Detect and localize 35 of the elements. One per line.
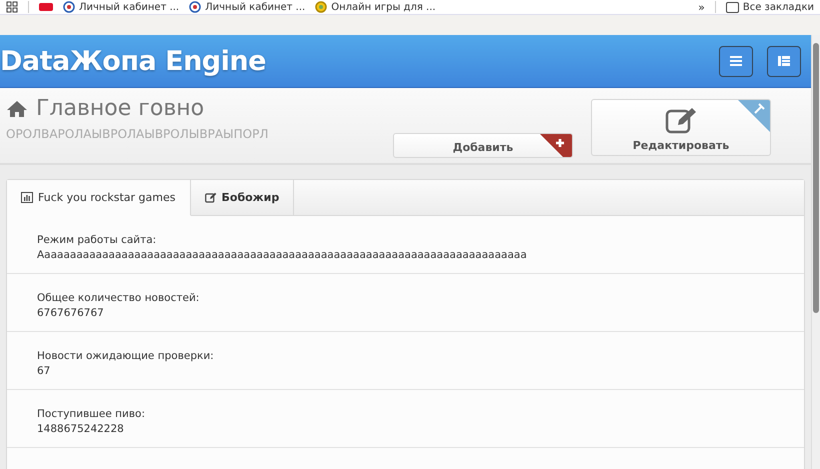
stat-value: 1488675242228 [37, 423, 125, 435]
bookmark-link[interactable]: Онлайн игры для ... [315, 1, 436, 13]
stat-label: Режим работы сайта: [37, 234, 158, 246]
bookmark-icon[interactable] [39, 3, 53, 11]
edit-icon [204, 192, 216, 203]
folder-icon [726, 2, 739, 12]
menu-icon [730, 56, 742, 66]
all-bookmarks-link[interactable]: Все закладки [726, 2, 814, 12]
stat-value: 67 [37, 365, 52, 377]
pencil-square-icon [664, 106, 698, 134]
bookmark-link[interactable]: Личный кабинет ... [63, 1, 180, 13]
site-title: DataЖопа Engine [0, 46, 266, 76]
add-button[interactable]: Добавить [393, 133, 573, 158]
page-title: Главное говно [36, 96, 204, 121]
page-subtitle: ОРОЛВАРОЛАЫВРОЛАЫВРОЛЫВРАЫПОРЛ [6, 127, 268, 141]
home-icon [6, 100, 28, 118]
tab[interactable]: Fuck you rockstar games [7, 180, 190, 216]
plus-corner-icon [540, 134, 572, 157]
table-icon [778, 56, 790, 66]
grid-view-button[interactable] [767, 46, 801, 76]
stat-label: Общее количество новостей: [37, 292, 200, 304]
menu-button[interactable] [719, 46, 753, 76]
bar-chart-icon [21, 192, 33, 203]
emblem-icon [315, 1, 328, 13]
apps-grid-icon[interactable] [6, 1, 18, 13]
bookmarks-overflow[interactable]: » [698, 0, 705, 14]
stat-value: 6767676767 [37, 307, 105, 319]
stat-label: Поступившее пиво: [37, 408, 146, 420]
tab[interactable]: Бобожир [190, 180, 294, 216]
pin-corner-icon [738, 100, 770, 132]
scrollbar-thumb[interactable] [813, 43, 819, 313]
stat-label: Новости ожидающие проверки: [37, 350, 215, 362]
stat-value: Аааааааааааааааааааааааааааааааааааааааааааааааааааааааааааааааааааааааааааа [37, 249, 528, 261]
edit-button[interactable]: Редактировать [591, 99, 771, 156]
bookmark-link[interactable]: Личный кабинет ... [189, 1, 306, 13]
